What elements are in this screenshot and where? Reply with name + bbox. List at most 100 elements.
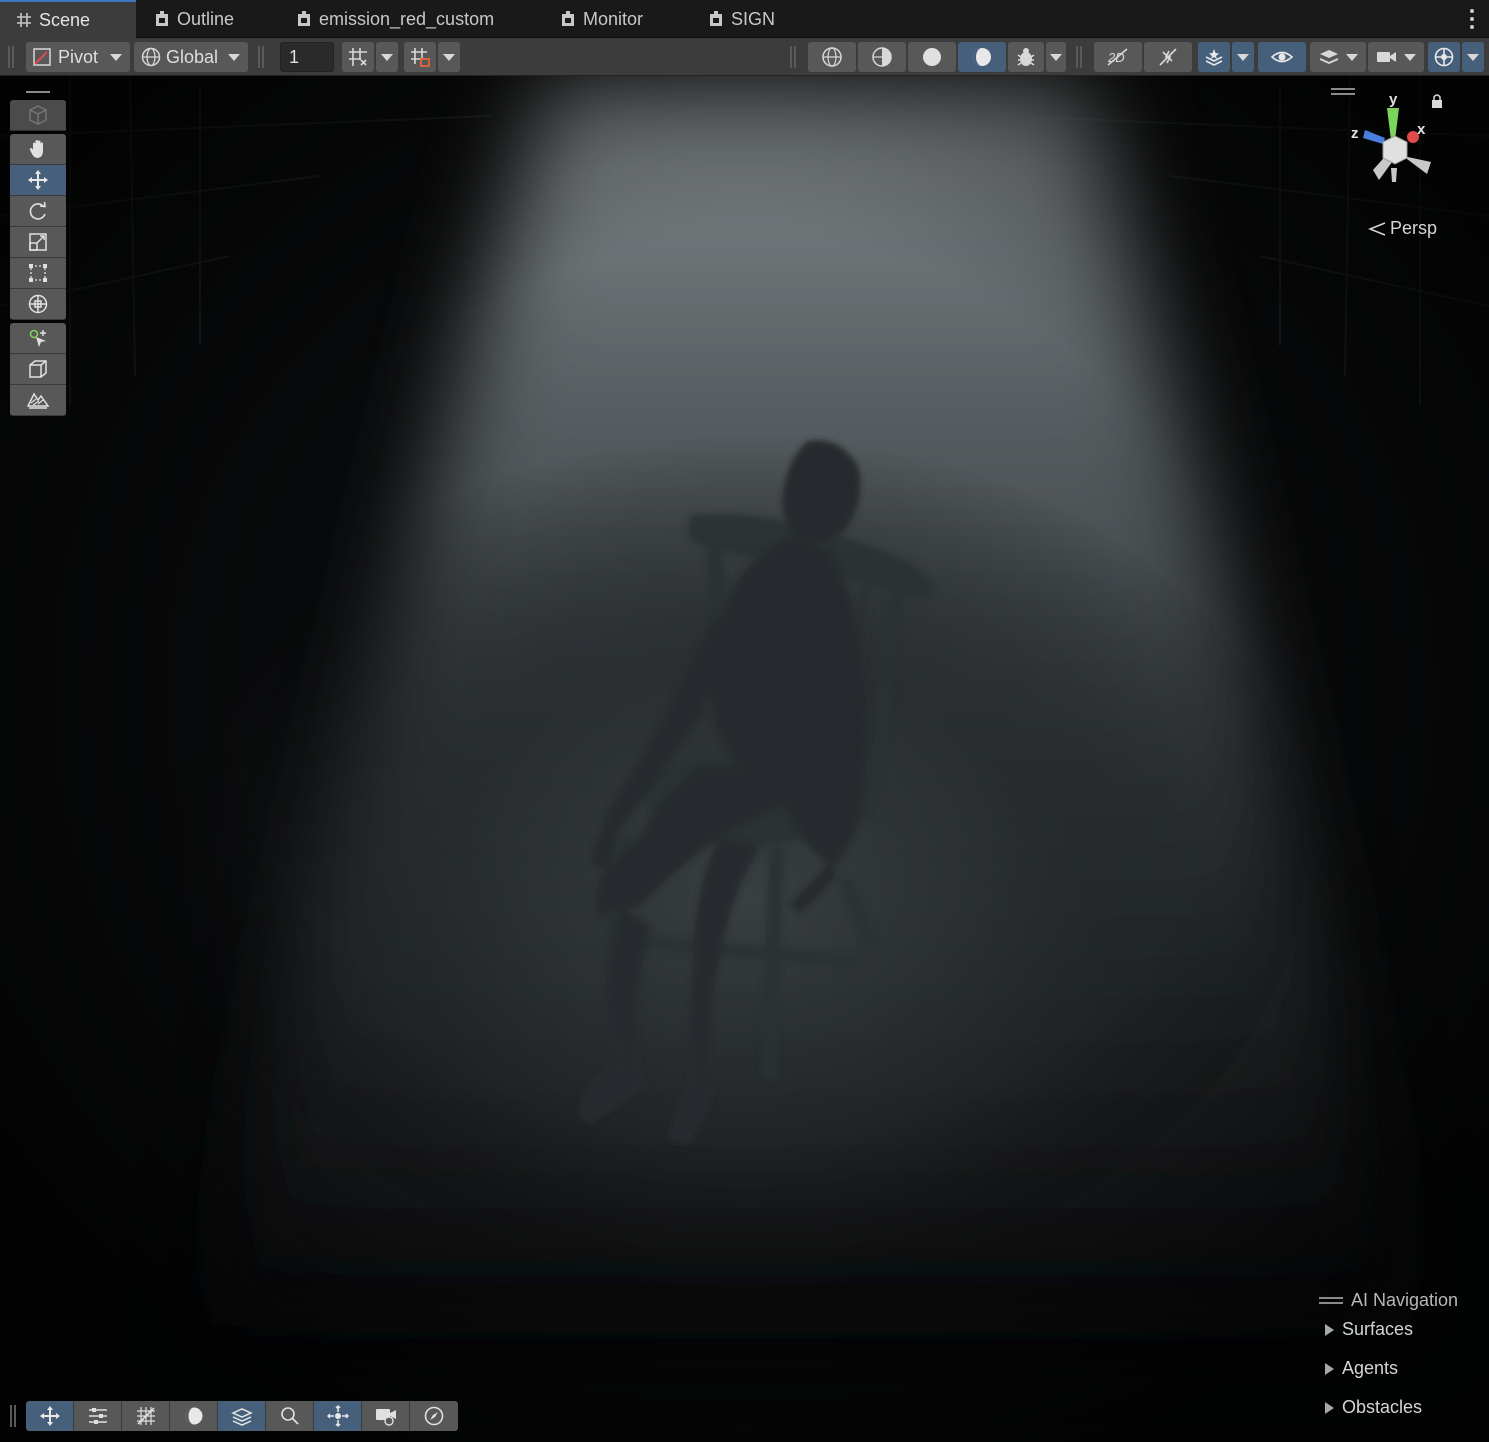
add-point-icon bbox=[27, 327, 49, 349]
draw-mode-wireframe-button[interactable] bbox=[808, 42, 856, 72]
global-label: Global bbox=[166, 46, 219, 67]
global-dropdown[interactable]: Global bbox=[134, 42, 248, 72]
ai-nav-item-surfaces[interactable]: Surfaces bbox=[1325, 1319, 1479, 1340]
overlay-tool-settings-button[interactable] bbox=[74, 1401, 122, 1431]
palette-drag-handle[interactable] bbox=[10, 84, 66, 100]
shaded-sphere-icon bbox=[183, 1405, 205, 1427]
gizmo-center-cube[interactable] bbox=[1382, 135, 1408, 165]
ai-nav-item-obstacles[interactable]: Obstacles bbox=[1325, 1397, 1479, 1418]
grid-snap-button[interactable] bbox=[342, 42, 374, 72]
scale-icon bbox=[27, 231, 49, 253]
overlay-orientation-button[interactable] bbox=[410, 1401, 458, 1431]
pivot-dropdown[interactable]: Pivot bbox=[26, 42, 130, 72]
projection-label: Persp bbox=[1389, 218, 1437, 238]
probuilder-tool-button[interactable] bbox=[10, 354, 66, 385]
compass-icon bbox=[423, 1405, 445, 1427]
overlay-grid-button[interactable] bbox=[122, 1401, 170, 1431]
ai-navigation-overlay: AI Navigation Surfaces Agents Obstacles bbox=[1319, 1290, 1479, 1418]
transform-tool-button[interactable] bbox=[10, 289, 66, 320]
overlay-search-button[interactable] bbox=[266, 1401, 314, 1431]
rect-tool-button[interactable] bbox=[10, 258, 66, 289]
nav-mesh-icon bbox=[326, 1404, 350, 1428]
layers-dropdown[interactable] bbox=[1310, 42, 1366, 72]
tool-settings-icon bbox=[87, 1405, 109, 1427]
overlay-navigation-button[interactable] bbox=[314, 1401, 362, 1431]
prefab-icon bbox=[296, 10, 312, 28]
expand-arrow-icon bbox=[1325, 1323, 1334, 1336]
camera-settings-dropdown[interactable] bbox=[1368, 42, 1424, 72]
add-pivot-tool-button[interactable] bbox=[10, 323, 66, 354]
lock-icon[interactable] bbox=[1432, 94, 1442, 108]
overlay-move-button[interactable] bbox=[26, 1401, 74, 1431]
tab-bar: Scene Outline emission_red_custom Monito… bbox=[0, 0, 1489, 38]
tab-outline[interactable]: Outline bbox=[138, 0, 250, 38]
rotate-tool-button[interactable] bbox=[10, 196, 66, 227]
projection-toggle[interactable]: Persp bbox=[1367, 218, 1437, 239]
bug-icon bbox=[1015, 46, 1037, 68]
tab-emission-red-custom[interactable]: emission_red_custom bbox=[280, 0, 510, 38]
layers-icon bbox=[1318, 47, 1340, 67]
move-tool-button[interactable] bbox=[10, 165, 66, 196]
gizmos-button[interactable] bbox=[1428, 42, 1460, 72]
overlay-camera-preview-button[interactable] bbox=[362, 1401, 410, 1431]
axis-y-cone[interactable] bbox=[1387, 108, 1399, 140]
draw-mode-shaded-wireframe-button[interactable] bbox=[858, 42, 906, 72]
globe-icon bbox=[140, 46, 162, 68]
axis-neg-y-cone[interactable] bbox=[1391, 168, 1397, 182]
chevron-down-icon bbox=[228, 53, 241, 61]
scene-viewport[interactable]: y x z Persp AI Navigation Surfaces Agent… bbox=[0, 76, 1489, 1442]
ai-nav-item-label: Surfaces bbox=[1342, 1319, 1414, 1339]
wireframe-sphere-icon bbox=[821, 46, 843, 68]
increment-snap-button[interactable] bbox=[404, 42, 436, 72]
toolbar-grip[interactable] bbox=[258, 46, 264, 68]
grid-size-input[interactable]: 1 bbox=[280, 42, 334, 72]
chevron-down-icon bbox=[1346, 53, 1358, 61]
axis-z-label: z bbox=[1351, 125, 1359, 142]
tab-scene[interactable]: Scene bbox=[0, 0, 136, 38]
draw-mode-unlit-button[interactable] bbox=[908, 42, 956, 72]
view-tool-button[interactable] bbox=[10, 100, 66, 131]
toolbar-grip[interactable] bbox=[790, 46, 796, 68]
overlay-toolbar-grip[interactable] bbox=[10, 1405, 16, 1427]
overlay-draw-mode-button[interactable] bbox=[170, 1401, 218, 1431]
more-options-icon[interactable] bbox=[1469, 9, 1475, 29]
ai-navigation-header[interactable]: AI Navigation bbox=[1319, 1290, 1479, 1311]
draw-mode-shaded-button[interactable] bbox=[958, 42, 1006, 72]
increment-snap-dropdown[interactable] bbox=[438, 42, 460, 72]
tab-sign[interactable]: SIGN bbox=[692, 0, 791, 38]
hand-tool-button[interactable] bbox=[10, 134, 66, 165]
scene-effects-button[interactable] bbox=[1198, 42, 1230, 72]
hand-icon bbox=[27, 138, 49, 160]
move-arrows-icon bbox=[26, 168, 50, 192]
scene-visibility-button[interactable] bbox=[1258, 42, 1306, 72]
grid-snap-dropdown[interactable] bbox=[376, 42, 398, 72]
rotate-icon bbox=[27, 200, 49, 222]
debug-draw-mode-button[interactable] bbox=[1008, 42, 1044, 72]
toggle-2d-button[interactable]: 2D bbox=[1094, 42, 1142, 72]
gizmos-dropdown[interactable] bbox=[1462, 42, 1484, 72]
axis-z-cone[interactable] bbox=[1363, 130, 1385, 144]
terrain-tool-button[interactable] bbox=[10, 385, 66, 416]
shaded-wireframe-icon bbox=[871, 46, 893, 68]
lighting-off-icon bbox=[1157, 46, 1179, 68]
debug-draw-dropdown[interactable] bbox=[1046, 42, 1066, 72]
axis-x-label: x bbox=[1417, 121, 1426, 138]
axis-neg-z-cone[interactable] bbox=[1403, 156, 1431, 174]
chevron-down-icon bbox=[443, 53, 455, 61]
2d-toggle-icon: 2D bbox=[1105, 46, 1131, 68]
tab-label: Scene bbox=[39, 9, 91, 30]
ai-nav-item-agents[interactable]: Agents bbox=[1325, 1358, 1479, 1379]
move-arrows-icon bbox=[38, 1404, 62, 1428]
overlay-layers-button[interactable] bbox=[218, 1401, 266, 1431]
tab-monitor[interactable]: Monitor bbox=[544, 0, 659, 38]
tab-label: emission_red_custom bbox=[319, 8, 495, 29]
camera-icon bbox=[1376, 48, 1398, 66]
chevron-down-icon bbox=[110, 53, 123, 61]
increment-snap-icon bbox=[409, 46, 431, 68]
prefab-icon bbox=[154, 10, 170, 28]
toolbar-grip[interactable] bbox=[1076, 46, 1082, 68]
toolbar-grip[interactable] bbox=[8, 46, 14, 68]
scale-tool-button[interactable] bbox=[10, 227, 66, 258]
scene-lighting-button[interactable] bbox=[1144, 42, 1192, 72]
scene-effects-dropdown[interactable] bbox=[1232, 42, 1254, 72]
